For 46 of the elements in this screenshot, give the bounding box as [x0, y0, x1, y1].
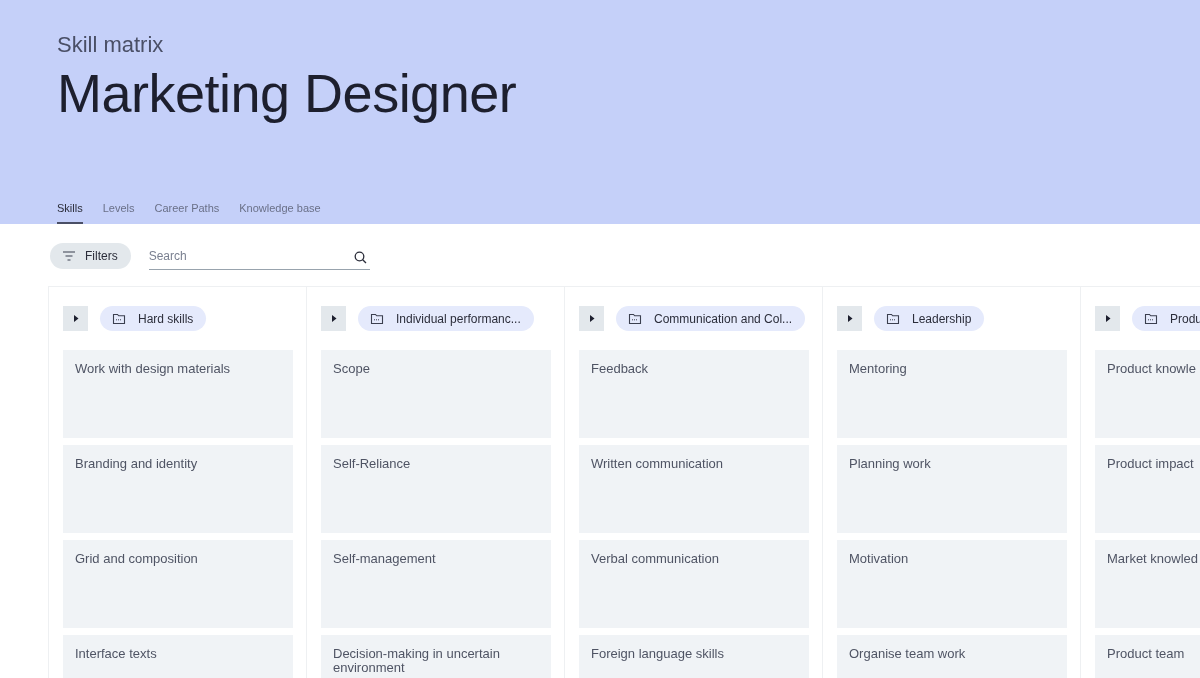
tab[interactable]: Skills [57, 202, 83, 224]
skill-card[interactable]: Grid and composition [63, 540, 293, 628]
group-chip[interactable]: Communication and Col... [616, 306, 806, 331]
folder-icon [1144, 312, 1158, 325]
skill-card[interactable]: Product knowle [1095, 350, 1200, 438]
skill-card[interactable]: Decision-making in uncertain environment [321, 635, 551, 678]
folder-icon [370, 312, 384, 325]
page-subtitle: Skill matrix [57, 32, 164, 58]
skill-card[interactable]: Motivation [837, 540, 1067, 628]
folder-icon [112, 312, 126, 325]
skill-card[interactable]: Product team [1095, 635, 1200, 678]
skill-card[interactable]: Market knowled [1095, 540, 1200, 628]
group-chip[interactable]: Individual performanc... [358, 306, 534, 331]
skill-card[interactable]: Verbal communication [579, 540, 809, 628]
caret-right-icon [72, 315, 79, 322]
group-chip[interactable]: Hard skills [100, 306, 207, 331]
folder-icon [886, 312, 900, 325]
skill-card[interactable]: Self-Reliance [321, 445, 551, 533]
expand-toggle[interactable] [321, 306, 346, 331]
skill-card[interactable]: Feedback [579, 350, 809, 438]
skill-card[interactable]: Scope [321, 350, 551, 438]
search-field[interactable]: Search [148, 242, 370, 270]
skill-card[interactable]: Planning work [837, 445, 1067, 533]
group-chip[interactable]: Leadership [874, 306, 985, 331]
skill-card[interactable]: Foreign language skills [579, 635, 809, 678]
filter-icon [63, 251, 75, 261]
caret-right-icon [846, 315, 853, 322]
expand-toggle[interactable] [1095, 306, 1120, 331]
caret-right-icon [588, 315, 595, 322]
search-icon [353, 251, 367, 264]
skill-card[interactable]: Work with design materials [63, 350, 293, 438]
expand-toggle[interactable] [579, 306, 604, 331]
skill-card[interactable]: Organise team work [837, 635, 1067, 678]
page-title: Marketing Designer [57, 62, 517, 124]
skill-card[interactable]: Self-management [321, 540, 551, 628]
expand-toggle[interactable] [837, 306, 862, 331]
skill-card[interactable]: Written communication [579, 445, 809, 533]
filters-button[interactable]: Filters [50, 243, 131, 269]
caret-right-icon [1104, 315, 1111, 322]
folder-icon [628, 312, 642, 325]
skill-card[interactable]: Mentoring [837, 350, 1067, 438]
skill-card[interactable]: Product impact [1095, 445, 1200, 533]
skill-card[interactable]: Branding and identity [63, 445, 293, 533]
caret-right-icon [330, 315, 337, 322]
expand-toggle[interactable] [63, 306, 88, 331]
skill-card[interactable]: Interface texts [63, 635, 293, 678]
